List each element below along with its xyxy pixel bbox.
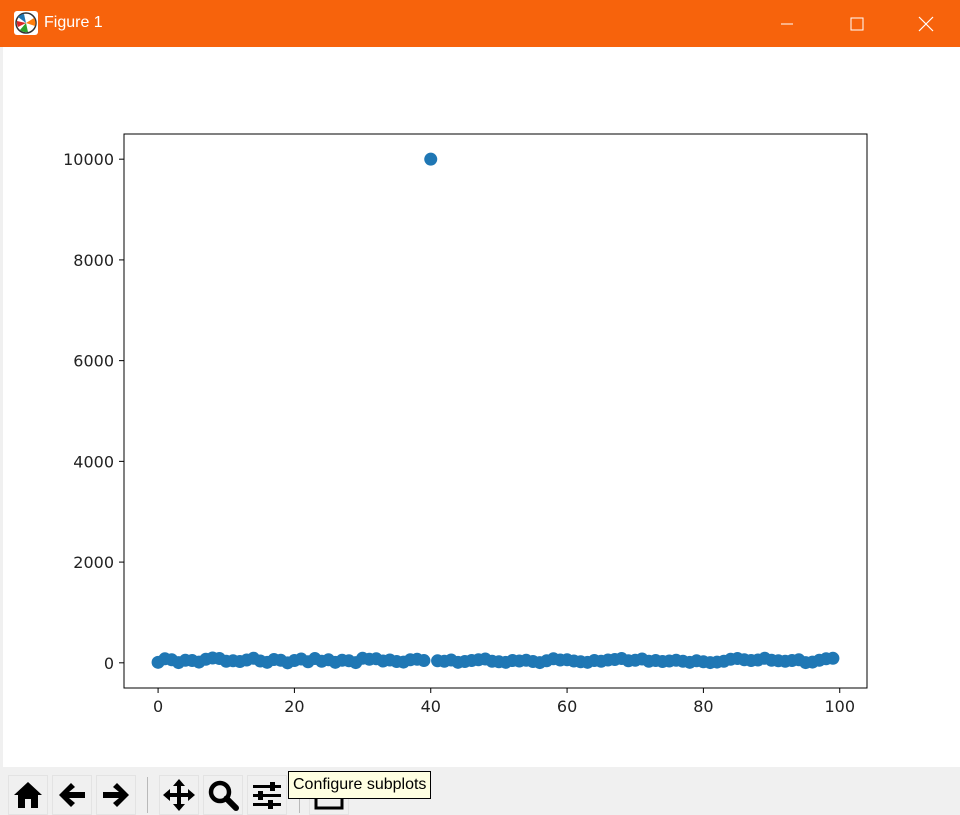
minimize-icon <box>781 23 793 24</box>
maximize-icon <box>850 17 864 30</box>
x-tick-label: 80 <box>693 697 713 716</box>
maximize-button[interactable] <box>822 0 892 47</box>
arrow-left-icon <box>59 783 85 807</box>
home-icon <box>14 782 42 808</box>
data-point <box>424 152 438 166</box>
data-point <box>417 654 431 668</box>
matplotlib-app-icon <box>14 11 38 35</box>
y-tick-label: 10000 <box>63 150 114 169</box>
back-button[interactable] <box>52 775 92 815</box>
y-tick-label: 4000 <box>73 452 114 471</box>
configure-subplots-button[interactable] <box>247 775 287 815</box>
x-tick-label: 0 <box>153 697 163 716</box>
scatter-chart: 0 20 40 60 80 100 0 2000 4000 6000 8000 10000 <box>63 133 868 716</box>
figure-canvas[interactable]: 0 20 40 60 80 100 0 2000 4000 6000 8000 10000 <box>3 47 960 767</box>
close-icon <box>918 16 934 31</box>
pan-button[interactable] <box>159 775 199 815</box>
zoom-button[interactable] <box>203 775 243 815</box>
forward-button[interactable] <box>96 775 136 815</box>
x-tick-label: 40 <box>421 697 441 716</box>
window-titlebar[interactable]: Figure 1 <box>0 0 960 47</box>
sliders-icon <box>253 782 281 809</box>
toolbar-separator <box>147 777 148 813</box>
arrow-right-icon <box>103 783 129 807</box>
close-button[interactable] <box>892 0 960 47</box>
magnifier-icon <box>208 780 239 811</box>
y-tick-label: 8000 <box>73 251 114 270</box>
minimize-button[interactable] <box>752 0 822 47</box>
plot-area <box>123 133 868 689</box>
tooltip: Configure subplots <box>288 771 432 799</box>
y-tick-label: 0 <box>104 654 114 673</box>
x-tick-label: 20 <box>284 697 304 716</box>
y-tick-label: 2000 <box>73 553 114 572</box>
navigation-toolbar <box>3 767 960 815</box>
window-title: Figure 1 <box>44 14 103 31</box>
x-tick-label: 60 <box>557 697 577 716</box>
x-tick-label: 100 <box>824 697 855 716</box>
move-arrows-icon <box>163 779 195 811</box>
home-button[interactable] <box>8 775 48 815</box>
data-point <box>826 651 840 665</box>
y-tick-label: 6000 <box>73 352 114 371</box>
